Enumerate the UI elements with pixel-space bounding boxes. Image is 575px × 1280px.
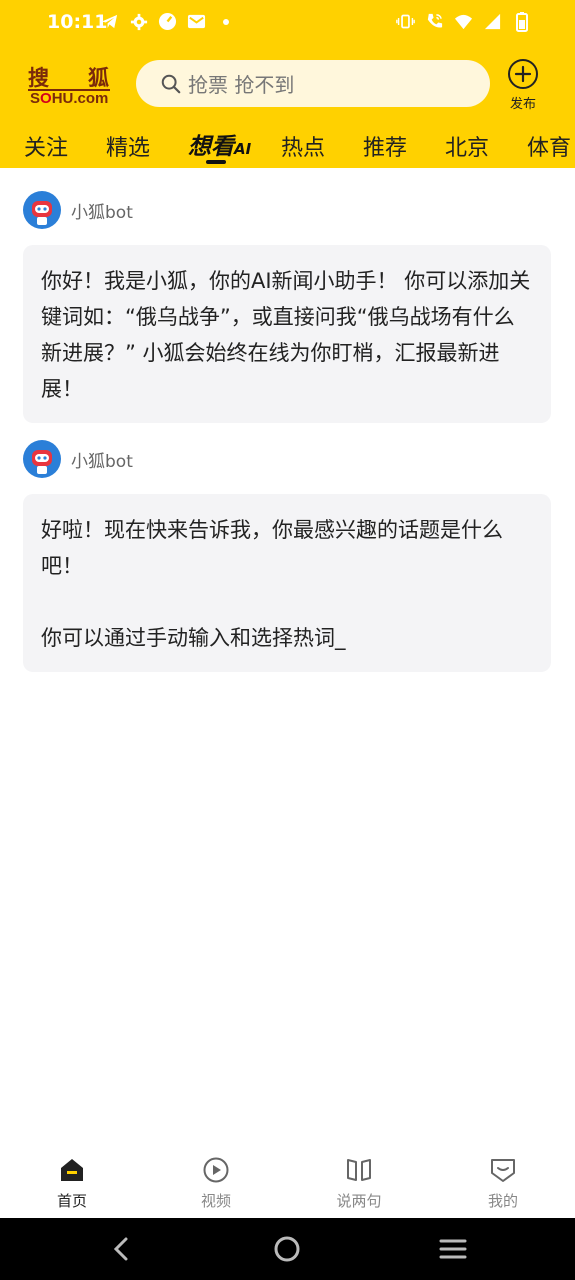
channel-tabs: 关注 精选 想看AI 热点 推荐 北京 体育 (0, 124, 575, 168)
wifi-calling-icon (425, 12, 444, 31)
message-bubble: 好啦！现在快来告诉我，你最感兴趣的话题是什么吧！ 你可以通过手动输入和选择热词_ (23, 494, 551, 672)
telegram-icon (100, 12, 119, 31)
bot-name: 小狐bot (71, 202, 133, 223)
publish-label: 发布 (509, 97, 536, 112)
search-icon (161, 74, 181, 93)
bottom-nav: 首页 视频 说两句 我的 (0, 1148, 575, 1218)
tab-follow[interactable]: 关注 (24, 130, 68, 162)
chat-message: 小狐bot 好啦！现在快来告诉我，你最感兴趣的话题是什么吧！ 你可以通过手动输入… (23, 439, 551, 672)
tab-beijing[interactable]: 北京 (445, 130, 489, 162)
publish-button[interactable]: 发布 (504, 58, 542, 112)
logo-char-2: 狐 (88, 65, 110, 90)
bot-avatar[interactable] (23, 191, 61, 229)
search-placeholder: 抢票 抢不到 (188, 73, 295, 97)
chat-message: 小狐bot 你好！我是小狐，你的AI新闻小助手！ 你可以添加关键词如：“俄乌战争… (23, 190, 551, 423)
message-bubble: 你好！我是小狐，你的AI新闻小助手！ 你可以添加关键词如：“俄乌战争”，或直接问… (23, 245, 551, 423)
tab-sports[interactable]: 体育 (527, 130, 571, 162)
mail-icon (187, 12, 206, 31)
vibrate-icon (396, 12, 415, 31)
status-bar: 10:11 (0, 0, 575, 46)
battery-icon (512, 11, 531, 32)
home-icon (61, 1159, 83, 1181)
nav-mine[interactable]: 我的 (463, 1156, 543, 1211)
nav-video[interactable]: 视频 (176, 1156, 256, 1211)
tab-selected[interactable]: 精选 (106, 130, 150, 162)
logo-wordmark: SOHU.com (30, 90, 109, 107)
recents-icon[interactable] (438, 1234, 468, 1264)
nav-video-label: 视频 (200, 1192, 231, 1210)
nav-home-label: 首页 (56, 1192, 87, 1210)
profile-icon (491, 1159, 515, 1182)
tab-ai-badge: AI (234, 140, 252, 158)
nav-home[interactable]: 首页 (32, 1156, 112, 1211)
add-circle-icon (508, 59, 538, 89)
play-icon (203, 1157, 229, 1183)
active-tab-indicator (206, 160, 226, 164)
speed-icon (158, 12, 177, 31)
status-time: 10:11 (47, 11, 108, 33)
tab-recommend[interactable]: 推荐 (363, 130, 407, 162)
dot-icon (216, 12, 235, 31)
nav-comments[interactable]: 说两句 (319, 1156, 399, 1211)
signal-icon (483, 12, 502, 31)
bot-avatar[interactable] (23, 440, 61, 478)
book-icon (347, 1159, 371, 1181)
nav-mine-label: 我的 (487, 1192, 518, 1210)
home-circle-icon[interactable] (272, 1234, 302, 1264)
sohu-logo[interactable]: 搜 狐 SOHU.com (28, 62, 110, 108)
nav-comments-label: 说两句 (336, 1192, 382, 1210)
gear-icon (129, 12, 148, 31)
search-bar[interactable]: 抢票 抢不到 (136, 60, 490, 107)
back-icon[interactable] (107, 1234, 137, 1264)
tab-want-to-see-ai[interactable]: 想看AI (188, 127, 251, 161)
logo-char-1: 搜 (28, 65, 50, 90)
tab-ai-label: 想看 (188, 134, 234, 160)
tab-hot[interactable]: 热点 (281, 130, 325, 162)
system-nav-bar (0, 1218, 575, 1280)
wifi-icon (454, 12, 473, 31)
top-header: 10:11 搜 狐 SOHU.com 抢票 抢不到 发布 关注 精选 想看AI … (0, 0, 575, 168)
bot-name: 小狐bot (71, 451, 133, 472)
